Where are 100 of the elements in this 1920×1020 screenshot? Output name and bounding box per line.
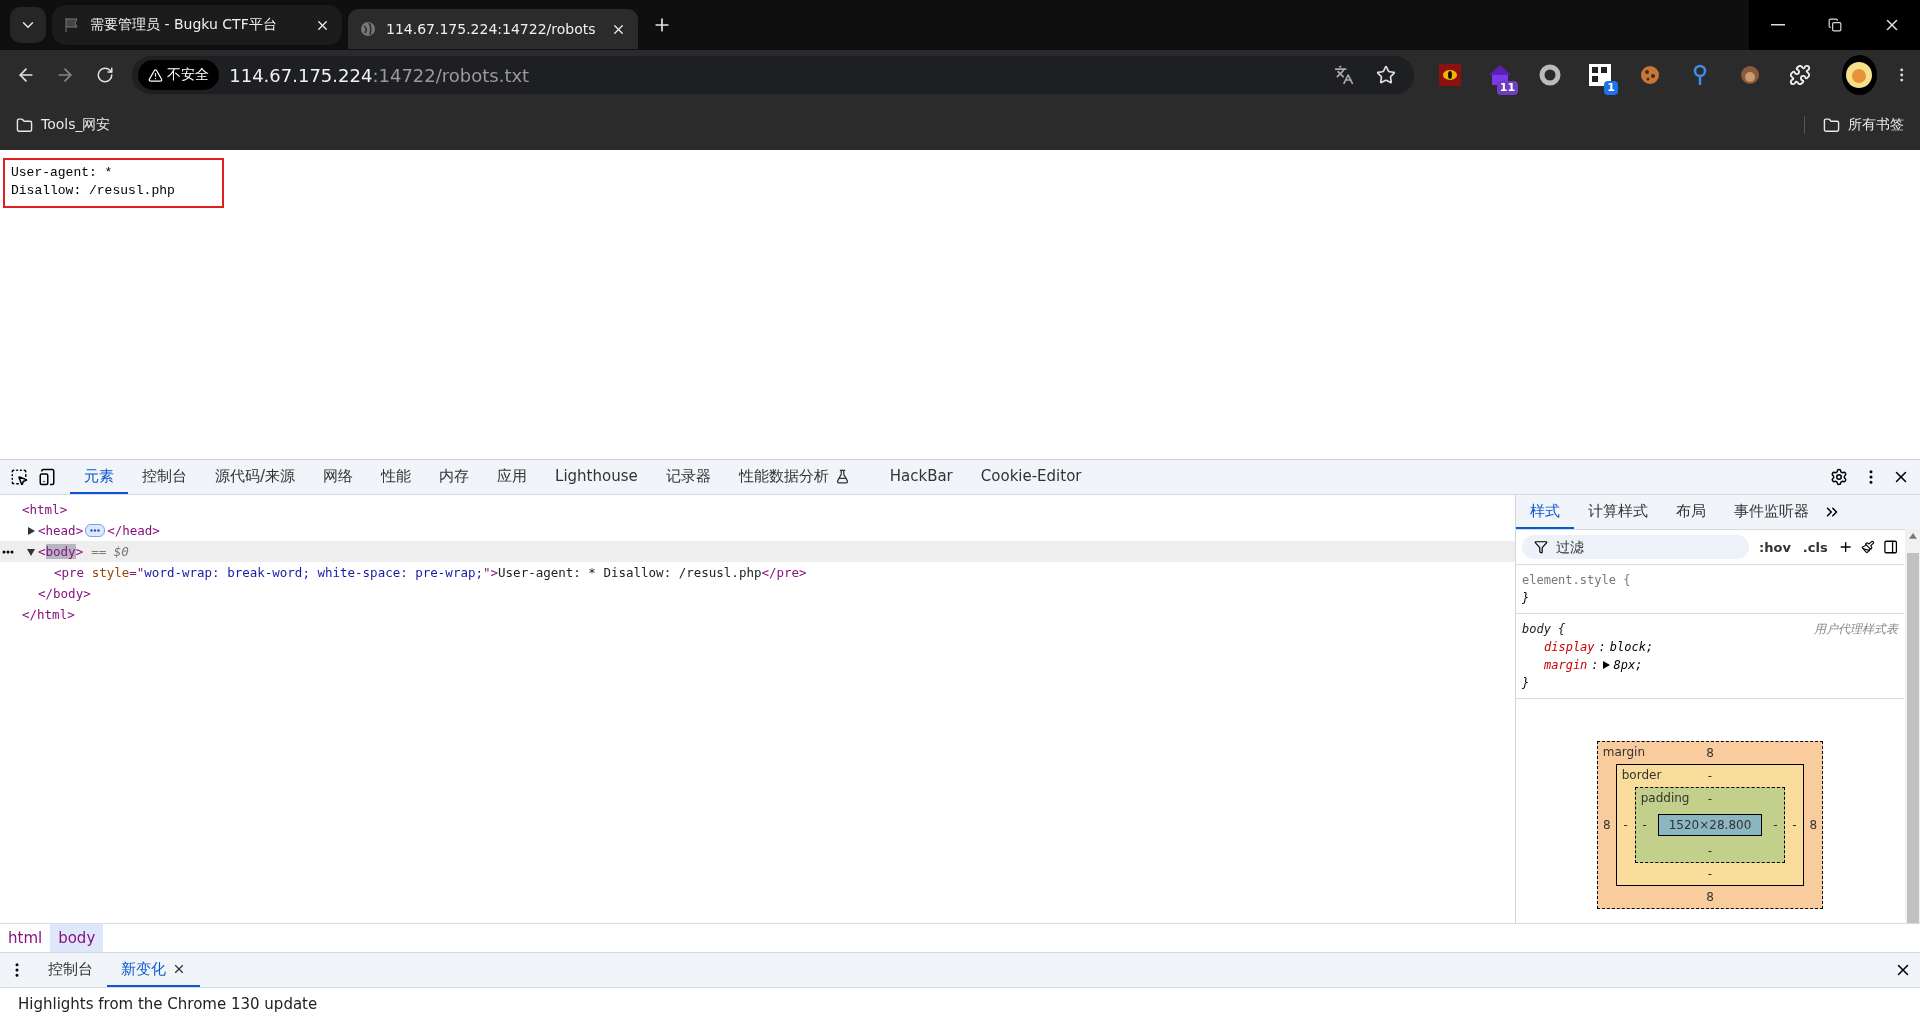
tag-name: "> xyxy=(483,565,499,580)
folder-icon xyxy=(1823,116,1840,134)
devtools-tab[interactable]: Lighthouse xyxy=(541,460,652,494)
ring-icon[interactable] xyxy=(1539,64,1562,86)
box-value: 8 xyxy=(1809,818,1818,832)
warning-icon xyxy=(148,67,164,83)
bookmark-folder[interactable]: Tools_网安 xyxy=(16,116,111,134)
tab-search-button[interactable] xyxy=(10,7,46,43)
box-value: - xyxy=(1623,818,1628,832)
security-chip[interactable]: 不安全 xyxy=(138,60,220,90)
css-value: block; xyxy=(1609,639,1654,656)
rule-close: } xyxy=(1522,590,1531,607)
box-value: - xyxy=(1707,769,1713,783)
styles-tab[interactable]: 计算样式 xyxy=(1574,495,1662,529)
tag-name: =" xyxy=(129,565,145,580)
count-badge: 1 xyxy=(1604,81,1618,95)
robots-text: User-agent: * Disallow: /resusl.php xyxy=(3,158,224,208)
styles-tab[interactable]: 事件监听器 xyxy=(1720,495,1823,529)
address-field[interactable]: 114.67.175.224:14722/robots.txt xyxy=(229,64,1325,86)
tag-name: <html> xyxy=(22,502,68,517)
drawer-text: Highlights from the Chrome 130 update xyxy=(17,994,319,1015)
devtools-tab[interactable]: 应用 xyxy=(483,460,542,494)
translate-icon[interactable] xyxy=(1334,65,1355,85)
box-label: margin xyxy=(1602,745,1646,759)
scroll-up-icon[interactable] xyxy=(1908,533,1917,539)
count-badge: 11 xyxy=(1496,81,1519,95)
browser-tab[interactable]: 114.67.175.224:14722/robots xyxy=(348,9,638,49)
inspect-icon[interactable] xyxy=(10,468,28,486)
scrollbar-thumb[interactable] xyxy=(1906,552,1919,923)
rule-selector: element.style { xyxy=(1522,572,1631,589)
devtools-tab[interactable]: 源代码/来源 xyxy=(201,460,310,494)
bookmark-star-icon[interactable] xyxy=(1376,65,1397,85)
box-value: - xyxy=(1642,818,1647,832)
box-value: - xyxy=(1707,867,1713,881)
css-colon: : xyxy=(1591,657,1599,674)
box-value: - xyxy=(1707,792,1713,806)
devtools-tab[interactable]: 内存 xyxy=(425,460,484,494)
rule-close: } xyxy=(1522,675,1531,692)
sidebar-toggle-icon[interactable] xyxy=(1882,538,1898,556)
breadcrumb[interactable]: html xyxy=(0,924,51,952)
browser-tab[interactable]: 需要管理员 - Bugku CTF平台 xyxy=(52,5,342,45)
profile-avatar[interactable] xyxy=(1841,55,1877,95)
box-value: - xyxy=(1773,818,1778,832)
ellipsis-icon[interactable] xyxy=(85,524,106,537)
content-box: 1520×28.800 xyxy=(1657,814,1763,836)
cls-button[interactable]: .cls xyxy=(1800,539,1830,555)
settings-icon[interactable] xyxy=(1830,468,1848,486)
close-icon[interactable] xyxy=(172,962,186,976)
device-icon[interactable] xyxy=(38,468,56,486)
tag-name: < xyxy=(38,544,46,559)
tab-title: 114.67.175.224:14722/robots xyxy=(386,21,597,37)
devtools-tab[interactable]: Cookie-Editor xyxy=(966,460,1096,494)
tag-name: </body> xyxy=(38,586,91,601)
collapsed-triangle-icon[interactable] xyxy=(27,526,35,535)
minimize-icon xyxy=(1770,24,1785,26)
tag-name: <head> xyxy=(38,523,84,538)
devtools-tab[interactable]: 控制台 xyxy=(128,460,201,494)
styles-tab[interactable]: 布局 xyxy=(1662,495,1720,529)
css-colon: : xyxy=(1598,639,1606,656)
cookie-icon[interactable] xyxy=(1638,64,1661,86)
devtools-tab[interactable]: HackBar xyxy=(875,460,967,494)
box-label: padding xyxy=(1640,791,1690,805)
breadcrumb[interactable]: body xyxy=(50,924,104,952)
expanded-triangle-icon[interactable] xyxy=(27,547,35,556)
css-property: margin xyxy=(1544,657,1588,674)
css-value: 8px; xyxy=(1613,657,1643,674)
filter-field[interactable]: 过滤 xyxy=(1522,535,1749,559)
devtools-tab[interactable]: 网络 xyxy=(309,460,368,494)
rule-selector: body { xyxy=(1522,621,1566,638)
drawer-tab[interactable]: 控制台 xyxy=(34,953,107,987)
css-property: display xyxy=(1544,639,1595,656)
node-text: User-agent: * Disallow: /resusl.php xyxy=(498,565,762,580)
tag-name: </html> xyxy=(22,607,75,622)
folder-icon xyxy=(16,116,33,134)
avatar-icon xyxy=(1845,61,1874,89)
globe-icon xyxy=(360,21,376,37)
box-value: 8 xyxy=(1706,746,1714,760)
reload-icon xyxy=(95,66,114,84)
expand-triangle-icon[interactable] xyxy=(1602,661,1610,669)
styles-tab[interactable]: 样式 xyxy=(1516,495,1574,529)
devtools-tab[interactable]: 性能数据分析 xyxy=(724,460,864,494)
more-icon xyxy=(2,548,14,555)
eye-icon[interactable] xyxy=(1439,64,1462,86)
flag-icon xyxy=(64,17,80,33)
devtools-tab[interactable]: 记录器 xyxy=(651,460,725,494)
box-value: - xyxy=(1707,844,1713,858)
hov-button[interactable]: :hov xyxy=(1757,539,1793,555)
devtools-tab[interactable]: 性能 xyxy=(367,460,426,494)
ball-icon[interactable] xyxy=(1738,64,1761,86)
box-value: 8 xyxy=(1602,818,1611,832)
tag-name: </head> xyxy=(107,523,160,538)
attribute-name: style xyxy=(91,565,130,580)
attribute-value: word-wrap: break-word; white-space: pre-wrap; xyxy=(144,565,483,580)
drawer-tab[interactable]: 新变化 xyxy=(107,953,200,987)
selection-note: == $0 xyxy=(91,544,129,559)
paint-icon[interactable] xyxy=(1861,539,1875,555)
devtools-tab[interactable]: 元素 xyxy=(70,460,128,494)
box-value: - xyxy=(1792,818,1797,832)
all-bookmarks[interactable]: 所有书签 xyxy=(1804,116,1904,134)
extensions-icon[interactable] xyxy=(1788,64,1811,86)
